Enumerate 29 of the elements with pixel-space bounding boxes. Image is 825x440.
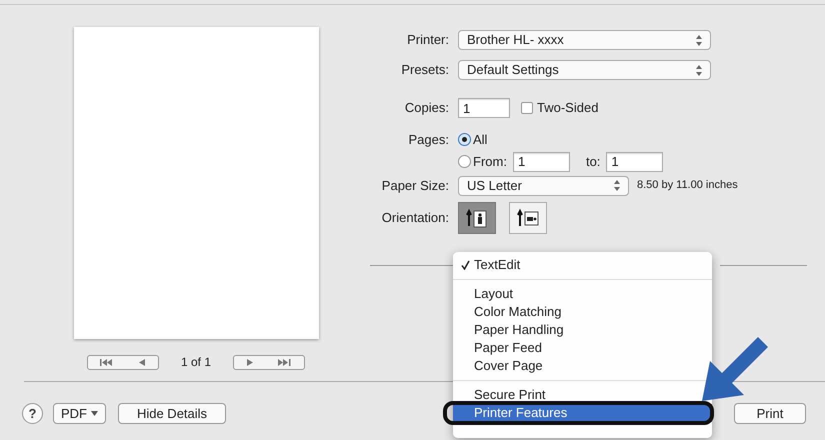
menu-item[interactable]: TextEdit <box>453 256 528 274</box>
radio-label: From: <box>473 152 507 171</box>
popup-button[interactable]: US Letter <box>458 176 629 196</box>
field-label: Pages: <box>408 131 450 149</box>
menu-item[interactable]: Color Matching <box>453 303 570 321</box>
popup-button[interactable]: Default Settings <box>458 60 711 80</box>
menu-item[interactable]: Layout <box>453 285 522 303</box>
input-field[interactable]: 1 <box>606 152 664 172</box>
paper-dimensions: 8.50 by 11.00 inches <box>637 178 738 194</box>
field-label: Orientation: <box>380 208 450 227</box>
field-label: Presets: <box>400 61 450 80</box>
field-label: Printer: <box>406 31 450 50</box>
radio-label: All <box>473 131 488 149</box>
print-button[interactable]: Print <box>734 403 806 424</box>
menu-item[interactable]: Cover Page <box>453 357 551 375</box>
menu-item[interactable]: Secure Print <box>453 386 554 404</box>
menu-item[interactable]: Paper Handling <box>453 321 572 339</box>
field-label: to: <box>586 152 600 171</box>
help-button[interactable]: ? <box>22 403 43 424</box>
input-field[interactable]: 1 <box>458 98 510 118</box>
page-count: 1 of 1 <box>180 354 212 371</box>
menu-item[interactable]: Paper Feed <box>453 339 550 357</box>
field-label: Paper Size: <box>380 176 450 195</box>
field-label: Copies: <box>404 99 450 118</box>
pdf-button[interactable]: PDF <box>53 403 106 424</box>
popup-button[interactable]: Brother HL- xxxx <box>458 30 711 50</box>
input-field[interactable]: 1 <box>512 152 570 172</box>
checkbox-label: Two-Sided <box>537 99 598 118</box>
hide-details-button[interactable]: Hide Details <box>118 403 226 424</box>
